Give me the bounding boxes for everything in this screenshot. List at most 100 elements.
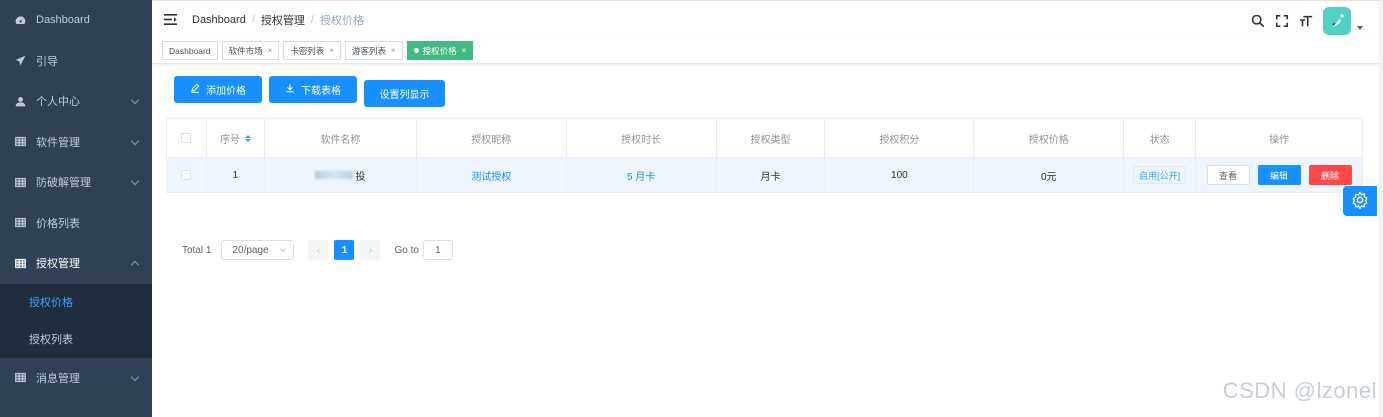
navbar: Dashboard / 授权管理 / 授权价格 xyxy=(152,0,1383,38)
prev-page-button[interactable]: ‹ xyxy=(308,240,329,260)
sidebar-item-label: 防破解管理 xyxy=(36,177,91,190)
cell-value: 0元 xyxy=(1040,171,1057,183)
row-checkbox[interactable] xyxy=(181,170,192,180)
cell-points: 100 xyxy=(825,158,975,193)
sidebar-item-software[interactable]: 软件管理 xyxy=(0,122,152,163)
sidebar-item-label: 软件管理 xyxy=(36,136,80,149)
add-price-button[interactable]: 添加价格 xyxy=(174,76,262,103)
cell-status: 启用[公开] xyxy=(1124,158,1197,193)
chevron-down-icon xyxy=(130,96,140,105)
chevron-down-icon xyxy=(130,136,140,145)
sidebar-item-label: 消息管理 xyxy=(36,372,80,385)
cell-duration: 5 月卡 xyxy=(566,158,717,193)
cell-value: 1 xyxy=(232,169,239,181)
cell-value: 投 xyxy=(355,171,366,183)
sidebar: Dashboard 引导 个人中心 软件管理 防破解管理 价格列表 授权管理 授… xyxy=(0,0,152,417)
cell-nickname[interactable]: 测试授权 xyxy=(416,158,567,193)
edit-icon xyxy=(190,83,200,96)
column-settings-button[interactable]: 设置列显示 xyxy=(364,80,445,107)
tag-guest-list[interactable]: 游客列表 × xyxy=(344,41,403,60)
next-page-button[interactable]: › xyxy=(360,240,381,260)
close-icon[interactable]: × xyxy=(391,46,396,55)
goto-page: Go to 1 xyxy=(394,240,453,260)
cell-value: 100 xyxy=(891,169,908,181)
hamburger-icon[interactable] xyxy=(164,13,178,27)
right-menu xyxy=(1245,7,1363,35)
view-button[interactable]: 查看 xyxy=(1206,165,1250,185)
breadcrumb-item[interactable]: Dashboard xyxy=(192,14,246,26)
header-label: 授权价格 xyxy=(1028,134,1069,146)
avatar[interactable] xyxy=(1323,7,1351,35)
edit-button[interactable]: 编辑 xyxy=(1257,165,1301,185)
user-icon xyxy=(15,96,26,107)
page-number-current[interactable]: 1 xyxy=(334,240,355,260)
cell-price: 0元 xyxy=(974,158,1125,193)
header-nickname: 授权昵称 xyxy=(416,119,567,158)
watermark: CSDN @lzonel xyxy=(1222,378,1377,403)
search-icon[interactable] xyxy=(1247,10,1269,32)
header-label: 授权类型 xyxy=(750,134,791,146)
sidebar-subitem-label: 授权列表 xyxy=(29,334,73,346)
redacted-text xyxy=(315,171,354,179)
sidebar-item-auth[interactable]: 授权管理 xyxy=(0,243,152,284)
table-icon xyxy=(15,136,26,147)
goto-input[interactable]: 1 xyxy=(422,240,453,260)
sidebar-item-anticrack[interactable]: 防破解管理 xyxy=(0,162,152,203)
breadcrumb-separator: / xyxy=(310,13,314,26)
sidebar-item-guide[interactable]: 引导 xyxy=(0,41,152,82)
header-price: 授权价格 xyxy=(974,119,1125,158)
scrollbar[interactable] xyxy=(1379,0,1383,417)
sidebar-item-dashboard[interactable]: Dashboard xyxy=(0,0,152,41)
tag-label: 授权价格 xyxy=(422,45,457,56)
tag-label: 卡密列表 xyxy=(290,45,325,56)
select-all-checkbox[interactable] xyxy=(181,133,192,143)
header-index[interactable]: 序号 xyxy=(206,119,265,158)
sidebar-item-messages[interactable]: 消息管理 xyxy=(0,358,152,399)
page-size-select[interactable]: 20/page xyxy=(221,240,295,260)
tag-card-list[interactable]: 卡密列表 × xyxy=(283,41,341,60)
breadcrumb-current: 授权价格 xyxy=(319,14,364,27)
sidebar-subitem-auth-list[interactable]: 授权列表 xyxy=(0,320,152,358)
sidebar-item-label: 引导 xyxy=(36,55,58,68)
header-label: 序号 xyxy=(219,134,240,146)
table-row[interactable]: 1 投 测试授权 5 月卡 月卡 100 0元 启用[公开] 查看 编辑 删除 xyxy=(167,158,1363,193)
gear-icon xyxy=(1351,190,1369,212)
toolbar: 添加价格 下载表格 设置列显示 xyxy=(174,76,445,107)
cell-software-name: 投 xyxy=(264,158,417,193)
tag-software-market[interactable]: 软件市场 × xyxy=(221,41,280,60)
table-header: 序号 软件名称 授权昵称 授权时长 授权类型 授权积分 授权价格 状态 操作 xyxy=(167,119,1363,158)
tag-label: 软件市场 xyxy=(228,45,263,56)
sidebar-item-prices[interactable]: 价格列表 xyxy=(0,203,152,244)
tag-label: 游客列表 xyxy=(351,45,386,56)
header-software-name: 软件名称 xyxy=(264,119,417,158)
table-icon xyxy=(15,177,26,188)
breadcrumb-item[interactable]: 授权管理 xyxy=(261,12,305,28)
download-table-button[interactable]: 下载表格 xyxy=(269,76,357,103)
header-duration: 授权时长 xyxy=(566,119,717,158)
goto-label: Go to xyxy=(394,244,419,256)
close-icon[interactable]: × xyxy=(329,46,334,55)
header-label: 软件名称 xyxy=(320,134,361,146)
delete-button[interactable]: 删除 xyxy=(1308,165,1352,185)
sort-icon[interactable] xyxy=(244,134,251,142)
settings-gear-button[interactable] xyxy=(1343,186,1377,216)
tag-auth-price[interactable]: 授权价格 × xyxy=(406,41,474,60)
header-points: 授权积分 xyxy=(825,119,975,158)
cell-index: 1 xyxy=(206,158,265,193)
breadcrumb: Dashboard / 授权管理 / 授权价格 xyxy=(192,12,364,28)
sidebar-subitem-auth-price[interactable]: 授权价格 xyxy=(0,283,152,321)
send-icon xyxy=(15,55,26,66)
close-icon[interactable]: × xyxy=(268,46,273,55)
tag-dashboard[interactable]: Dashboard xyxy=(162,41,218,60)
caret-down-icon[interactable] xyxy=(1357,26,1363,30)
font-size-icon[interactable] xyxy=(1295,10,1317,32)
sidebar-item-profile[interactable]: 个人中心 xyxy=(0,81,152,122)
fullscreen-icon[interactable] xyxy=(1271,10,1293,32)
add-price-label: 添加价格 xyxy=(206,86,246,97)
close-icon[interactable]: × xyxy=(462,46,467,55)
header-label: 授权昵称 xyxy=(471,134,512,146)
tag-label: Dashboard xyxy=(169,45,211,56)
page-size-value: 20/page xyxy=(232,244,269,256)
table-icon xyxy=(15,258,26,269)
header-label: 授权积分 xyxy=(879,134,920,146)
